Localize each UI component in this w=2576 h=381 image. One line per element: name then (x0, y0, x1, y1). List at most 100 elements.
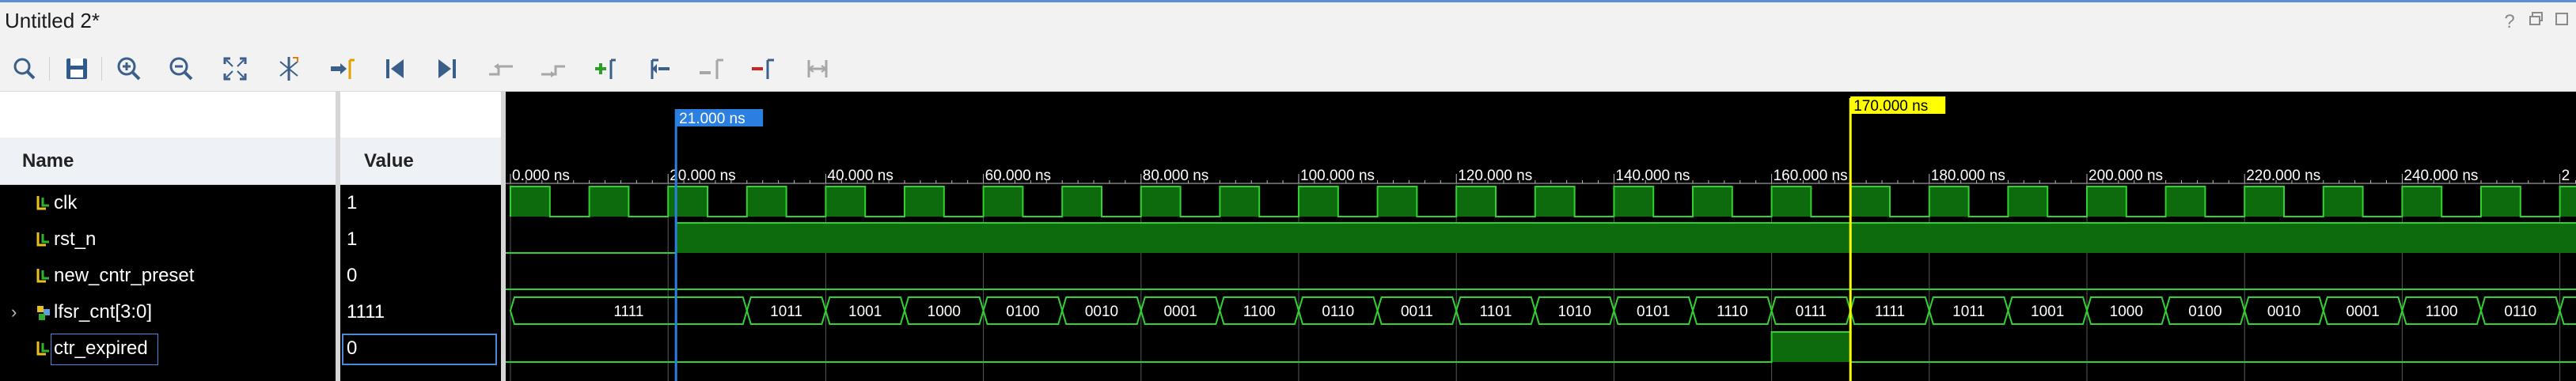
clk-high-fill (2323, 187, 2363, 217)
clk-high-fill (2008, 187, 2048, 217)
lfsr-cnt-value-label: 0001 (2346, 304, 2379, 320)
clk-high-fill (2087, 187, 2126, 217)
signal-row-clk[interactable]: clk (0, 185, 336, 221)
clk-high-fill (1850, 187, 1890, 217)
maximize-icon[interactable] (2550, 10, 2574, 34)
next-marker-icon[interactable] (693, 51, 730, 87)
lfsr-cnt-value-label: 1000 (2110, 304, 2143, 320)
clk-high-fill (2165, 187, 2206, 217)
time-tick-label: 2 (2562, 168, 2570, 184)
time-tick-label: 60.000 ns (985, 168, 1051, 184)
waveform-svg[interactable]: 0.000 ns 20.000 ns 40.000 ns 60.000 ns 80.00… (506, 92, 2576, 381)
name-column-title: Name (22, 150, 74, 172)
signal-value: 1111 (347, 301, 385, 323)
zoom-fit-icon[interactable] (217, 51, 253, 87)
zoom-to-cursor-icon[interactable] (271, 51, 307, 87)
expand-chevron-icon[interactable]: › (11, 302, 17, 323)
time-tick-label: 140.000 ns (1615, 168, 1690, 184)
previous-marker-icon[interactable] (641, 51, 677, 87)
clk-high-fill (668, 187, 708, 217)
lfsr-cnt-value-label: 0001 (1163, 304, 1197, 320)
restore-icon[interactable] (2525, 10, 2548, 34)
go-to-cursor-icon[interactable] (324, 51, 361, 87)
clk-high-fill (2402, 187, 2442, 217)
time-tick-label: 80.000 ns (1143, 168, 1208, 184)
lfsr-cnt-value-label: 1111 (613, 304, 643, 320)
lfsr-cnt-value-label: 0100 (2188, 304, 2221, 320)
signal-name: rst_n (54, 228, 97, 250)
signal-row-ctr-expired[interactable]: ctr_expired (0, 330, 336, 367)
value-column-title: Value (364, 150, 414, 172)
clk-high-fill (1929, 187, 1969, 217)
clk-high-fill (1220, 187, 1260, 217)
lfsr-cnt-value-label: 1010 (1557, 304, 1591, 320)
bit-signal-icon (36, 341, 49, 356)
value-row-ctr-expired[interactable]: 0 (340, 330, 501, 367)
clk-high-fill (1456, 187, 1496, 217)
clk-high-fill (2244, 187, 2284, 217)
ctr-expired-waveform[interactable] (506, 331, 2576, 363)
selection-outline (342, 334, 497, 365)
clk-high-fill (1299, 187, 1338, 217)
signal-row-rst-n[interactable]: rst_n (0, 221, 336, 258)
add-marker-icon[interactable] (587, 51, 624, 87)
signal-name: clk (54, 192, 78, 213)
time-tick-label: 40.000 ns (827, 168, 893, 184)
lfsr-cnt-value-label: 0011 (1401, 304, 1433, 320)
clk-high-fill (1614, 187, 1654, 217)
bit-signal-icon (36, 269, 49, 283)
next-transition-icon[interactable] (535, 51, 571, 87)
clk-high-fill (2481, 187, 2521, 217)
time-tick-label: 220.000 ns (2246, 168, 2320, 184)
go-to-time-0-icon[interactable] (377, 51, 413, 87)
lfsr-cnt-value-label: 1111 (1875, 304, 1905, 320)
lfsr-cnt-value-label: 0100 (1006, 304, 1039, 320)
signal-row-lfsr-cnt[interactable]: › lfsr_cnt[3:0] (0, 294, 336, 330)
lfsr-cnt-value-label: 0110 (1322, 304, 1354, 320)
zoom-in-icon[interactable] (111, 51, 147, 87)
save-icon[interactable] (59, 51, 95, 87)
rst-n-high-fill (676, 223, 2576, 253)
bit-signal-icon (36, 232, 49, 247)
clk-high-fill (510, 187, 550, 217)
lfsr-cnt-value-label: 1001 (2031, 304, 2064, 320)
lfsr-cnt-value-label: 1101 (1480, 304, 1512, 320)
value-row-new-cntr-preset[interactable]: 0 (340, 258, 501, 294)
lfsr-cnt-value-label: 0111 (1796, 304, 1827, 320)
value-row-clk[interactable]: 1 (340, 185, 501, 221)
lfsr-cnt-value-label: 1011 (770, 304, 802, 320)
clk-high-fill (905, 187, 944, 217)
clk-high-fill (1535, 187, 1575, 217)
zoom-out-icon[interactable] (163, 51, 199, 87)
name-column-header[interactable]: Name (0, 138, 336, 185)
lfsr-cnt-value-label: 1100 (2426, 304, 2458, 320)
go-to-last-time-icon[interactable] (429, 51, 465, 87)
previous-transition-icon[interactable] (483, 51, 519, 87)
clk-high-fill (983, 187, 1023, 217)
value-column-header[interactable]: Value (340, 138, 501, 185)
lfsr-cnt-segment[interactable] (2559, 296, 2576, 325)
value-row-rst-n[interactable]: 1 (340, 221, 501, 258)
help-icon[interactable]: ? (2498, 10, 2521, 34)
signal-value: 0 (347, 338, 358, 359)
time-tick-label: 0.000 ns (512, 168, 570, 184)
clk-high-fill (1062, 187, 1102, 217)
waveform-canvas[interactable]: 0.000 ns 20.000 ns 40.000 ns 60.000 ns 80.00… (506, 92, 2576, 381)
lfsr-cnt-value-label: 0010 (1085, 304, 1118, 320)
time-tick-label: 180.000 ns (1931, 168, 2005, 184)
signal-row-new-cntr-preset[interactable]: new_cntr_preset (0, 258, 336, 294)
ctr-expired-high-fill (1771, 332, 1851, 362)
swap-cursors-icon[interactable] (745, 51, 782, 87)
lfsr-cnt-value-label: 0101 (1637, 304, 1670, 320)
window-title: Untitled 2* (5, 9, 100, 32)
clk-high-fill (2559, 187, 2576, 217)
clk-high-fill (1693, 187, 1732, 217)
clk-high-fill (1140, 187, 1181, 217)
search-icon[interactable] (6, 51, 43, 87)
lfsr-cnt-value-label: 1011 (1952, 304, 1985, 320)
lfsr-cnt-value-label: 1001 (848, 304, 882, 320)
snap-to-transition-icon[interactable] (799, 51, 836, 87)
signal-name: lfsr_cnt[3:0] (54, 301, 153, 323)
value-row-lfsr-cnt[interactable]: 1111 (340, 294, 501, 330)
signal-name-pane: clk rst_n new_cntr_preset › lfsr_cnt[3:0… (0, 185, 336, 381)
